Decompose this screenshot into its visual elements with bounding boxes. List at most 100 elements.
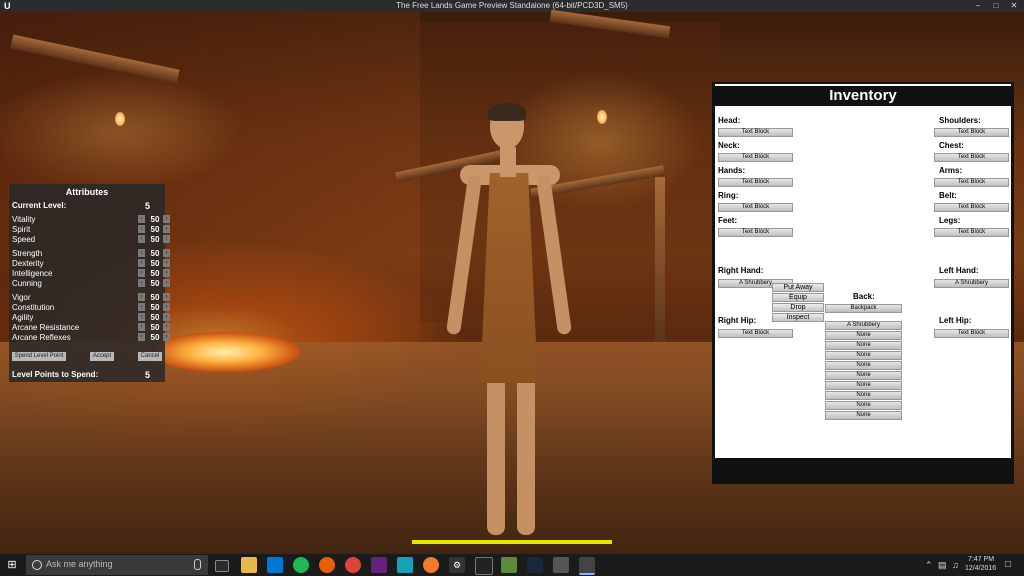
backpack-item[interactable]: None	[825, 401, 902, 410]
cancel-button[interactable]: Cancel	[138, 352, 162, 361]
equipment-slot[interactable]: Text Block	[934, 203, 1009, 212]
slot-label: Chest:	[939, 141, 964, 150]
equipment-slot[interactable]: Text Block	[718, 153, 793, 162]
back-slot[interactable]: Backpack	[825, 304, 902, 313]
increase-stat-button[interactable]: ›	[163, 333, 170, 341]
slot-label: Ring:	[718, 191, 739, 200]
equipment-slot[interactable]: Text Block	[718, 203, 793, 212]
task-view-icon[interactable]	[215, 560, 229, 572]
decrease-stat-button[interactable]: ‹	[138, 269, 145, 277]
stat-value: 50	[150, 313, 160, 322]
decrease-stat-button[interactable]: ‹	[138, 279, 145, 287]
decrease-stat-button[interactable]: ‹	[138, 225, 145, 233]
increase-stat-button[interactable]: ›	[163, 215, 170, 223]
increase-stat-button[interactable]: ›	[163, 279, 170, 287]
increase-stat-button[interactable]: ›	[163, 313, 170, 321]
put-away-button[interactable]: Put Away	[772, 283, 824, 292]
clock-time[interactable]: 7:47 PM	[968, 556, 994, 563]
decrease-stat-button[interactable]: ‹	[138, 303, 145, 311]
decrease-stat-button[interactable]: ‹	[138, 333, 145, 341]
firefox-icon[interactable]	[319, 557, 335, 573]
inspect-button[interactable]: Inspect	[772, 313, 824, 322]
visual-studio-icon[interactable]	[371, 557, 387, 573]
decrease-stat-button[interactable]: ‹	[138, 259, 145, 267]
stat-row: Agility ‹ 50 ›	[12, 313, 170, 322]
backpack-item[interactable]: None	[825, 411, 902, 420]
decrease-stat-button[interactable]: ‹	[138, 235, 145, 243]
decrease-stat-button[interactable]: ‹	[138, 249, 145, 257]
chrome-icon[interactable]	[345, 557, 361, 573]
drop-button[interactable]: Drop	[772, 303, 824, 312]
backpack-item[interactable]: A Shrubbery	[825, 321, 902, 330]
campfire	[150, 332, 300, 372]
pergola-post	[655, 177, 665, 347]
increase-stat-button[interactable]: ›	[163, 323, 170, 331]
left-hand-slot[interactable]: A Shrubbery	[934, 279, 1009, 288]
spotify-icon[interactable]	[293, 557, 309, 573]
stat-label: Vigor	[12, 293, 31, 302]
equipment-slot[interactable]: Text Block	[718, 228, 793, 237]
store-icon[interactable]	[267, 557, 283, 573]
tray-chevron-icon[interactable]: ⌃	[925, 560, 933, 571]
stat-label: Constitution	[12, 303, 55, 312]
backpack-item[interactable]: None	[825, 361, 902, 370]
slot-label: Shoulders:	[939, 116, 981, 125]
back-label: Back:	[853, 292, 875, 301]
increase-stat-button[interactable]: ›	[163, 293, 170, 301]
equipment-slot[interactable]: Text Block	[934, 128, 1009, 137]
left-hip-slot[interactable]: Text Block	[934, 329, 1009, 338]
stat-value: 50	[150, 323, 160, 332]
right-hip-slot[interactable]: Text Block	[718, 329, 793, 338]
backpack-item[interactable]: None	[825, 391, 902, 400]
search-input[interactable]: Ask me anything	[46, 559, 113, 569]
decrease-stat-button[interactable]: ‹	[138, 323, 145, 331]
increase-stat-button[interactable]: ›	[163, 235, 170, 243]
decrease-stat-button[interactable]: ‹	[138, 313, 145, 321]
stat-row: Spirit ‹ 50 ›	[12, 225, 170, 234]
increase-stat-button[interactable]: ›	[163, 269, 170, 277]
maximize-button[interactable]: □	[988, 0, 1004, 12]
increase-stat-button[interactable]: ›	[163, 259, 170, 267]
spend-level-point-button[interactable]: Spend Level Point	[12, 352, 66, 361]
blender-icon[interactable]	[423, 557, 439, 573]
equipment-slot[interactable]: Text Block	[934, 153, 1009, 162]
accept-button[interactable]: Accept	[90, 352, 114, 361]
equipment-slot[interactable]: Text Block	[934, 228, 1009, 237]
equipment-slot[interactable]: Text Block	[718, 128, 793, 137]
stat-value: 50	[150, 279, 160, 288]
backpack-item[interactable]: None	[825, 371, 902, 380]
backpack-item[interactable]: None	[825, 341, 902, 350]
minimize-button[interactable]: –	[970, 0, 986, 12]
file-explorer-icon[interactable]	[241, 557, 257, 573]
unreal-engine-icon[interactable]	[579, 557, 595, 575]
level-points-value: 5	[144, 370, 150, 380]
left-hip-label: Left Hip:	[939, 316, 972, 325]
start-button[interactable]: ⊞	[0, 554, 24, 576]
backpack-item[interactable]: None	[825, 351, 902, 360]
gear-icon[interactable]: ⚙	[449, 557, 465, 573]
clock-date[interactable]: 12/4/2016	[965, 565, 996, 572]
stat-label: Intelligence	[12, 269, 53, 278]
equip-button[interactable]: Equip	[772, 293, 824, 302]
microphone-icon[interactable]	[194, 559, 201, 570]
decrease-stat-button[interactable]: ‹	[138, 215, 145, 223]
increase-stat-button[interactable]: ›	[163, 225, 170, 233]
app-icon[interactable]	[553, 557, 569, 573]
search-box[interactable]: Ask me anything	[26, 555, 208, 575]
app-icon[interactable]	[501, 557, 517, 573]
increase-stat-button[interactable]: ›	[163, 303, 170, 311]
epic-games-icon[interactable]	[475, 557, 493, 575]
steam-icon[interactable]	[527, 557, 543, 573]
backpack-item[interactable]: None	[825, 331, 902, 340]
backpack-item[interactable]: None	[825, 381, 902, 390]
stat-value: 50	[150, 259, 160, 268]
increase-stat-button[interactable]: ›	[163, 249, 170, 257]
equipment-slot[interactable]: Text Block	[934, 178, 1009, 187]
equipment-slot[interactable]: Text Block	[718, 178, 793, 187]
decrease-stat-button[interactable]: ‹	[138, 293, 145, 301]
volume-icon[interactable]: ♫	[952, 560, 959, 570]
close-button[interactable]: ✕	[1006, 0, 1022, 12]
notifications-icon[interactable]: □	[1005, 559, 1011, 570]
network-icon[interactable]: ▤	[938, 560, 947, 571]
app-icon[interactable]	[397, 557, 413, 573]
